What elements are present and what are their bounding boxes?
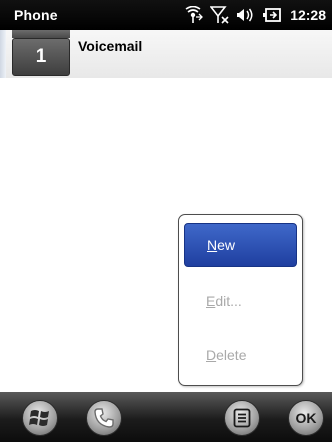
start-button[interactable] [22,400,58,436]
menu-item-edit-accel: E [206,293,216,309]
battery-charging-icon[interactable] [262,6,282,24]
status-bar: Phone 12:28 [0,0,332,30]
popup-menu: New Edit... Delete [178,214,303,386]
phone-button[interactable] [86,400,122,436]
menu-item-edit[interactable]: Edit... [184,279,297,323]
page-title: Voicemail [78,38,143,54]
menu-item-delete-label: elete [216,347,247,363]
menu-item-new-accel: N [207,237,218,253]
menu-icon [233,408,251,428]
status-icons[interactable]: 12:28 [182,4,326,26]
windows-start-icon [29,408,51,428]
ok-label: OK [295,410,317,426]
ok-button[interactable]: OK [288,400,324,436]
softkey-bar: OK [0,392,332,442]
menu-item-delete-accel: D [206,347,217,363]
menu-item-new-label: ew [217,237,236,253]
no-signal-icon[interactable] [210,6,230,24]
menu-item-new[interactable]: New [184,223,297,267]
line-badge-tab [12,30,70,38]
speaker-icon[interactable] [236,6,256,24]
header-row: 1 Voicemail [0,30,332,78]
menu-item-delete[interactable]: Delete [184,333,297,377]
clock[interactable]: 12:28 [290,7,326,23]
connectivity-icon[interactable] [182,6,204,24]
app-title: Phone [14,7,58,23]
phone-icon [93,407,115,429]
menu-item-edit-label: dit... [215,293,242,309]
menu-button[interactable] [224,400,260,436]
line-number-badge: 1 [12,38,70,76]
